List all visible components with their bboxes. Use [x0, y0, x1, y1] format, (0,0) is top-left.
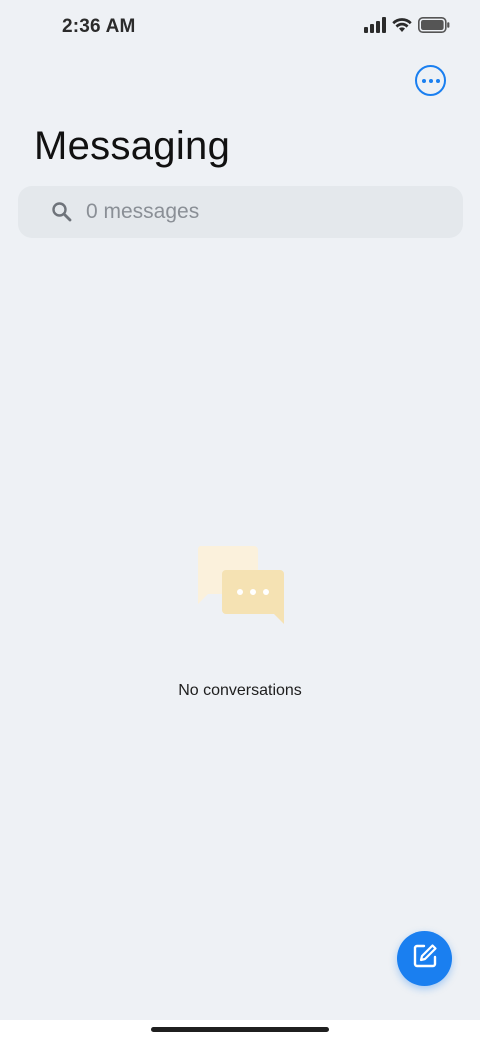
- status-icons: [364, 17, 450, 38]
- navigation-bar: [0, 1020, 480, 1040]
- search-bar[interactable]: 0 messages: [18, 186, 463, 238]
- more-options-button[interactable]: [415, 65, 446, 96]
- more-dot: [428, 78, 433, 83]
- search-input[interactable]: 0 messages: [86, 200, 199, 224]
- compose-button[interactable]: [397, 931, 452, 986]
- cellular-signal-icon: [364, 17, 386, 38]
- page-title: Messaging: [34, 124, 231, 168]
- status-time: 2:36 AM: [62, 16, 136, 37]
- status-bar: 2:36 AM: [0, 0, 480, 56]
- home-indicator[interactable]: [151, 1027, 329, 1032]
- wifi-icon: [392, 17, 412, 38]
- more-dot: [435, 78, 440, 83]
- empty-state-text: No conversations: [178, 682, 302, 699]
- compose-icon: [411, 942, 439, 975]
- search-icon: [51, 201, 73, 223]
- messaging-screen: 2:36 AM Messaging 0 messages No conversa…: [0, 0, 480, 1040]
- chat-bubbles-icon: [196, 546, 286, 626]
- more-options-icon: [421, 78, 426, 83]
- battery-icon: [418, 17, 450, 38]
